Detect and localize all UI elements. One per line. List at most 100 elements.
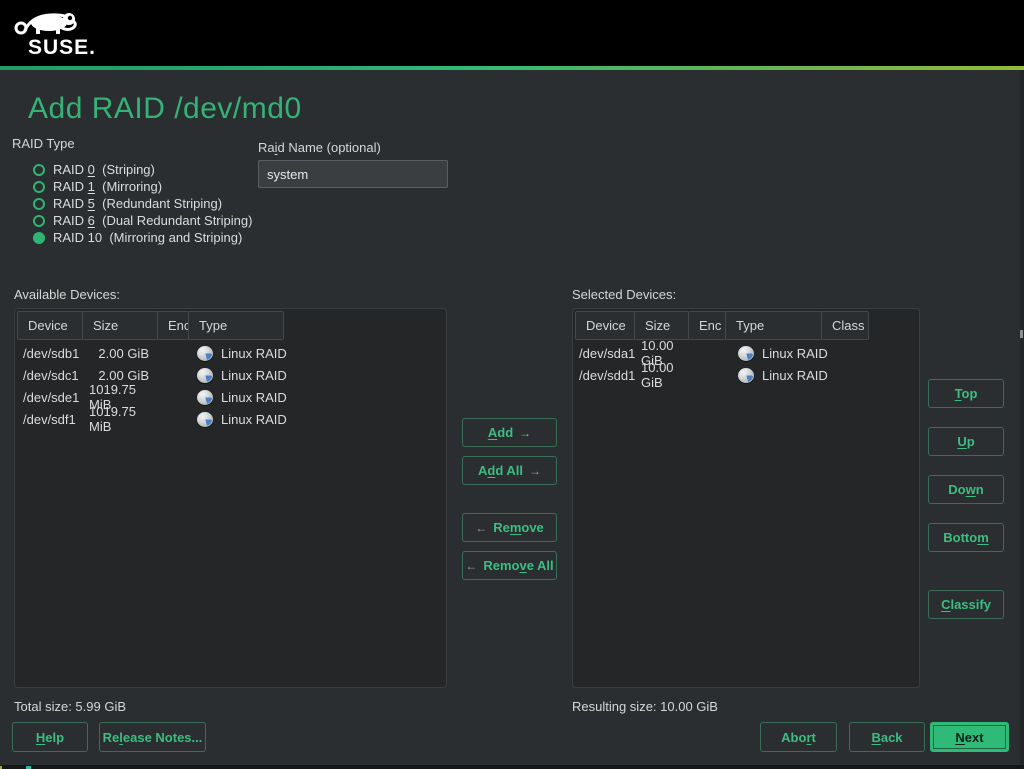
- radio-raid1-label: RAID 1 (Mirroring): [53, 179, 162, 194]
- raid-name-label: Raid Name (optional): [258, 140, 381, 155]
- available-devices-table[interactable]: Device Size Enc Type /dev/sdb1 2.00 GiB …: [14, 308, 447, 688]
- suse-logo: SUSE.: [12, 6, 102, 62]
- col-type[interactable]: Type: [188, 311, 284, 340]
- col-size[interactable]: Size: [634, 311, 689, 340]
- up-button[interactable]: Up: [928, 427, 1004, 456]
- page-title: Add RAID /dev/md0: [28, 92, 302, 126]
- back-button[interactable]: Back: [849, 722, 925, 752]
- cell-type: Linux RAID: [221, 412, 287, 427]
- partition-icon: [738, 368, 754, 383]
- available-table-header: Device Size Enc Type: [17, 311, 283, 340]
- help-button[interactable]: Help: [12, 722, 88, 752]
- arrow-right-icon: →: [519, 426, 531, 440]
- radio-raid0-label: RAID 0 (Striping): [53, 162, 155, 177]
- cell-size: 10.00 GiB: [635, 360, 690, 390]
- back-button-label: Back: [871, 730, 902, 745]
- col-class[interactable]: Class: [821, 311, 869, 340]
- cell-device: /dev/sde1: [17, 390, 83, 405]
- table-row[interactable]: /dev/sdc1 2.00 GiB Linux RAID: [17, 364, 446, 386]
- arrow-right-icon: →: [529, 464, 541, 478]
- classify-button[interactable]: Classify: [928, 590, 1004, 619]
- cell-type: Linux RAID: [221, 390, 287, 405]
- partition-icon: [197, 412, 213, 427]
- classify-button-label: Classify: [941, 597, 991, 612]
- radio-raid6[interactable]: RAID 6 (Dual Redundant Striping): [33, 212, 252, 229]
- radio-raid0[interactable]: RAID 0 (Striping): [33, 161, 155, 178]
- remove-button-label: Remove: [493, 520, 544, 535]
- table-row[interactable]: /dev/sde1 1019.75 MiB Linux RAID: [17, 386, 446, 408]
- cell-device: /dev/sdb1: [17, 346, 83, 361]
- up-button-label: Up: [957, 434, 974, 449]
- radio-circle-selected-icon[interactable]: [33, 232, 45, 244]
- scrollbar-tick[interactable]: [1020, 330, 1023, 338]
- next-button[interactable]: Next: [930, 722, 1009, 752]
- table-row[interactable]: /dev/sda1 10.00 GiB Linux RAID: [575, 342, 919, 364]
- installer-window: SUSE. Add RAID /dev/md0 RAID Type RAID 0…: [0, 0, 1024, 769]
- radio-raid5[interactable]: RAID 5 (Redundant Striping): [33, 195, 222, 212]
- cell-type: Linux RAID: [762, 368, 828, 383]
- top-button-label: Top: [955, 386, 978, 401]
- cell-device: /dev/sda1: [575, 346, 635, 361]
- abort-button[interactable]: Abort: [760, 722, 837, 752]
- radio-raid10[interactable]: RAID 10 (Mirroring and Striping): [33, 229, 242, 246]
- partition-icon: [738, 346, 754, 361]
- table-row[interactable]: /dev/sdf1 1019.75 MiB Linux RAID: [17, 408, 446, 430]
- partition-icon: [197, 346, 213, 361]
- next-button-label: Next: [955, 730, 983, 745]
- table-row[interactable]: /dev/sdd1 10.00 GiB Linux RAID: [575, 364, 919, 386]
- radio-circle-icon[interactable]: [33, 198, 45, 210]
- cell-device: /dev/sdf1: [17, 412, 83, 427]
- partition-icon: [197, 390, 213, 405]
- remove-button[interactable]: ← Remove: [462, 513, 557, 542]
- top-button[interactable]: Top: [928, 379, 1004, 408]
- resulting-size-text: Resulting size: 10.00 GiB: [572, 699, 718, 714]
- add-button-label: Add: [488, 425, 513, 440]
- down-button[interactable]: Down: [928, 475, 1004, 504]
- add-all-button-label: Add All: [478, 463, 523, 478]
- radio-circle-icon[interactable]: [33, 215, 45, 227]
- add-button[interactable]: Add →: [462, 418, 557, 447]
- release-notes-button[interactable]: Release Notes...: [99, 722, 206, 752]
- table-row[interactable]: /dev/sdb1 2.00 GiB Linux RAID: [17, 342, 446, 364]
- bottom-button-label: Bottom: [943, 530, 989, 545]
- cell-type: Linux RAID: [221, 346, 287, 361]
- selected-devices-table[interactable]: Device Size Enc Type Class /dev/sda1 10.…: [572, 308, 920, 688]
- brand-text: SUSE.: [28, 36, 96, 60]
- down-button-label: Down: [948, 482, 983, 497]
- help-button-label: Help: [36, 730, 64, 745]
- cell-size: 2.00 GiB: [83, 368, 159, 383]
- available-devices-label: Available Devices:: [14, 287, 120, 302]
- cell-type: Linux RAID: [221, 368, 287, 383]
- radio-circle-icon[interactable]: [33, 164, 45, 176]
- abort-button-label: Abort: [781, 730, 816, 745]
- col-device[interactable]: Device: [575, 311, 635, 340]
- cell-type: Linux RAID: [762, 346, 828, 361]
- cell-device: /dev/sdd1: [575, 368, 635, 383]
- radio-circle-icon[interactable]: [33, 181, 45, 193]
- col-device[interactable]: Device: [17, 311, 83, 340]
- bottom-button[interactable]: Bottom: [928, 523, 1004, 552]
- col-enc[interactable]: Enc: [688, 311, 726, 340]
- radio-raid5-label: RAID 5 (Redundant Striping): [53, 196, 222, 211]
- radio-raid6-label: RAID 6 (Dual Redundant Striping): [53, 213, 252, 228]
- accent-gradient-line: [0, 66, 1024, 70]
- bottom-edge-strip: [0, 765, 1024, 769]
- arrow-left-icon: ←: [465, 559, 477, 573]
- cell-device: /dev/sdc1: [17, 368, 83, 383]
- add-all-button[interactable]: Add All →: [462, 456, 557, 485]
- partition-icon: [197, 368, 213, 383]
- top-bar: SUSE.: [0, 0, 1024, 66]
- total-size-text: Total size: 5.99 GiB: [14, 699, 126, 714]
- remove-all-button[interactable]: ← Remove All: [462, 551, 557, 580]
- col-enc[interactable]: Enc: [157, 311, 189, 340]
- selected-table-header: Device Size Enc Type Class: [575, 311, 868, 340]
- radio-raid10-label: RAID 10 (Mirroring and Striping): [53, 230, 242, 245]
- arrow-left-icon: ←: [475, 521, 487, 535]
- cell-size: 2.00 GiB: [83, 346, 159, 361]
- selected-devices-label: Selected Devices:: [572, 287, 676, 302]
- col-size[interactable]: Size: [82, 311, 158, 340]
- radio-raid1[interactable]: RAID 1 (Mirroring): [33, 178, 162, 195]
- raid-name-input[interactable]: [258, 160, 448, 188]
- col-type[interactable]: Type: [725, 311, 822, 340]
- raid-type-label: RAID Type: [12, 136, 75, 151]
